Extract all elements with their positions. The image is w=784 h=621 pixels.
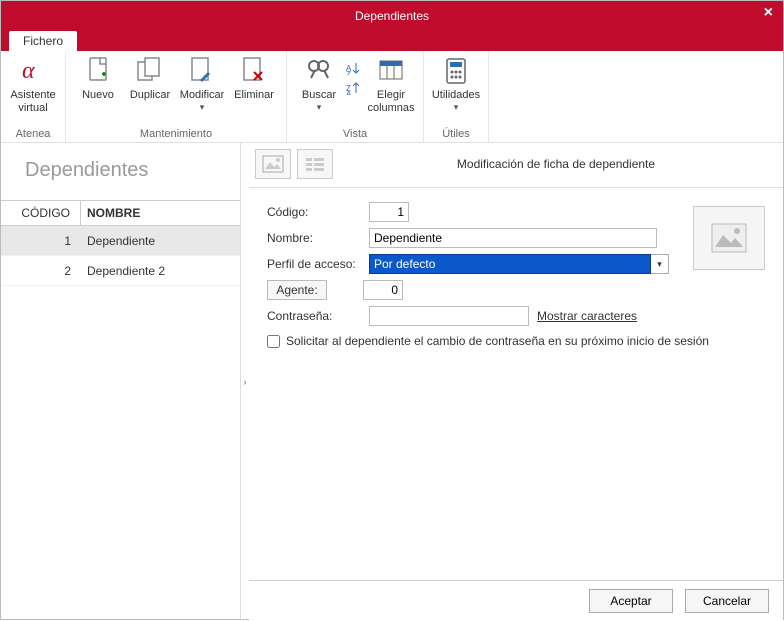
sort-asc-button[interactable]: AZ xyxy=(345,59,365,77)
ribbon-group-mantenimiento: Nuevo Duplicar Modificar ▾ Eliminar xyxy=(66,51,287,142)
buscar-label: Buscar xyxy=(302,89,336,102)
grid: CÓDIGO NOMBRE 1 Dependiente 2 Dependient… xyxy=(1,200,240,621)
label-perfil: Perfil de acceso: xyxy=(267,257,369,271)
right-panel: Modificación de ficha de dependiente Cód… xyxy=(249,143,783,621)
modificar-button[interactable]: Modificar ▾ xyxy=(176,53,228,115)
duplicar-label: Duplicar xyxy=(130,89,170,102)
chevron-down-icon: ▾ xyxy=(454,102,459,113)
group-label-vista: Vista xyxy=(343,128,367,142)
svg-text:Z: Z xyxy=(346,70,351,75)
cell-codigo: 1 xyxy=(1,234,81,248)
duplicar-button[interactable]: Duplicar xyxy=(124,53,176,104)
cell-nombre: Dependiente 2 xyxy=(81,264,240,278)
perfil-select[interactable]: Por defecto ▾ xyxy=(369,254,669,274)
view-form-toggle[interactable] xyxy=(297,149,333,179)
photo-placeholder[interactable] xyxy=(693,206,765,270)
nuevo-button[interactable]: Nuevo xyxy=(72,53,124,104)
assistant-label: Asistente virtual xyxy=(10,89,55,114)
row-agente: Agente: xyxy=(267,280,765,300)
solicitar-checkbox[interactable] xyxy=(267,335,280,348)
sort-stack: AZ ZA xyxy=(345,53,365,97)
workspace: Dependientes CÓDIGO NOMBRE 1 Dependiente… xyxy=(1,143,783,621)
close-icon[interactable]: × xyxy=(764,4,773,22)
chevron-down-icon: ▾ xyxy=(317,102,322,113)
ribbon: α Asistente virtual Atenea Nuevo Duplica… xyxy=(1,51,783,143)
chevron-down-icon[interactable]: ▾ xyxy=(651,254,669,274)
tab-fichero[interactable]: Fichero xyxy=(9,31,77,51)
ribbon-group-utiles: Utilidades ▾ Útiles xyxy=(424,51,489,142)
row-codigo: Código: xyxy=(267,202,765,222)
table-row[interactable]: 1 Dependiente xyxy=(1,226,240,256)
svg-text:A: A xyxy=(346,90,352,95)
nuevo-label: Nuevo xyxy=(82,89,114,102)
view-image-toggle[interactable] xyxy=(255,149,291,179)
ribbon-group-vista: Buscar ▾ AZ ZA Elegir columnas Vista xyxy=(287,51,424,142)
buscar-button[interactable]: Buscar ▾ xyxy=(293,53,345,115)
row-nombre: Nombre: xyxy=(267,228,765,248)
splitter[interactable]: › xyxy=(241,143,249,621)
eliminar-button[interactable]: Eliminar xyxy=(228,53,280,104)
chevron-down-icon: ▾ xyxy=(200,102,205,113)
utilidades-button[interactable]: Utilidades ▾ xyxy=(430,53,482,115)
calculator-icon xyxy=(440,55,472,87)
columns-icon xyxy=(375,55,407,87)
codigo-input[interactable] xyxy=(369,202,409,222)
chevron-right-icon: › xyxy=(244,377,247,387)
col-nombre[interactable]: NOMBRE xyxy=(81,206,240,220)
label-codigo: Código: xyxy=(267,205,369,219)
delete-icon xyxy=(238,55,270,87)
edit-icon xyxy=(186,55,218,87)
window-title: Dependientes xyxy=(355,9,429,23)
agente-input[interactable] xyxy=(363,280,403,300)
label-contrasena: Contraseña: xyxy=(267,309,369,323)
assistant-icon: α xyxy=(17,55,49,87)
modificar-label: Modificar xyxy=(180,89,225,102)
agente-button[interactable]: Agente: xyxy=(267,280,327,300)
cancelar-button[interactable]: Cancelar xyxy=(685,589,769,613)
aceptar-button[interactable]: Aceptar xyxy=(589,589,673,613)
utilidades-label: Utilidades xyxy=(432,89,480,102)
row-solicitar: Solicitar al dependiente el cambio de co… xyxy=(267,334,765,348)
duplicate-icon xyxy=(134,55,166,87)
label-solicitar: Solicitar al dependiente el cambio de co… xyxy=(286,334,709,348)
cell-codigo: 2 xyxy=(1,264,81,278)
dialog-footer: Aceptar Cancelar xyxy=(249,580,783,621)
mostrar-link[interactable]: Mostrar caracteres xyxy=(537,309,637,323)
group-label-utiles: Útiles xyxy=(442,128,470,142)
group-label-atenea: Atenea xyxy=(16,128,51,142)
new-doc-icon xyxy=(82,55,114,87)
form-header: Modificación de ficha de dependiente xyxy=(249,143,783,188)
ribbon-group-atenea: α Asistente virtual Atenea xyxy=(1,51,66,142)
search-icon xyxy=(303,55,335,87)
cell-nombre: Dependiente xyxy=(81,234,240,248)
col-codigo[interactable]: CÓDIGO xyxy=(1,201,81,225)
ribbon-tabstrip: Fichero xyxy=(1,31,783,51)
eliminar-label: Eliminar xyxy=(234,89,274,102)
group-label-mant: Mantenimiento xyxy=(140,128,212,142)
form-body: Código: Nombre: Perfil de acceso: Por de… xyxy=(249,188,783,580)
form-title: Modificación de ficha de dependiente xyxy=(339,157,773,171)
titlebar: Dependientes × xyxy=(1,1,783,31)
table-row[interactable]: 2 Dependiente 2 xyxy=(1,256,240,286)
perfil-value: Por defecto xyxy=(369,254,651,274)
left-panel: Dependientes CÓDIGO NOMBRE 1 Dependiente… xyxy=(1,143,241,621)
svg-text:α: α xyxy=(22,58,35,84)
elegir-columnas-label: Elegir columnas xyxy=(367,89,414,114)
sort-desc-button[interactable]: ZA xyxy=(345,79,365,97)
nombre-input[interactable] xyxy=(369,228,657,248)
elegir-columnas-button[interactable]: Elegir columnas xyxy=(365,53,417,116)
label-nombre: Nombre: xyxy=(267,231,369,245)
list-title: Dependientes xyxy=(1,143,240,200)
row-perfil: Perfil de acceso: Por defecto ▾ xyxy=(267,254,765,274)
grid-header: CÓDIGO NOMBRE xyxy=(1,200,240,226)
row-contrasena: Contraseña: Mostrar caracteres xyxy=(267,306,765,326)
contrasena-input[interactable] xyxy=(369,306,529,326)
assistant-button[interactable]: α Asistente virtual xyxy=(7,53,59,116)
